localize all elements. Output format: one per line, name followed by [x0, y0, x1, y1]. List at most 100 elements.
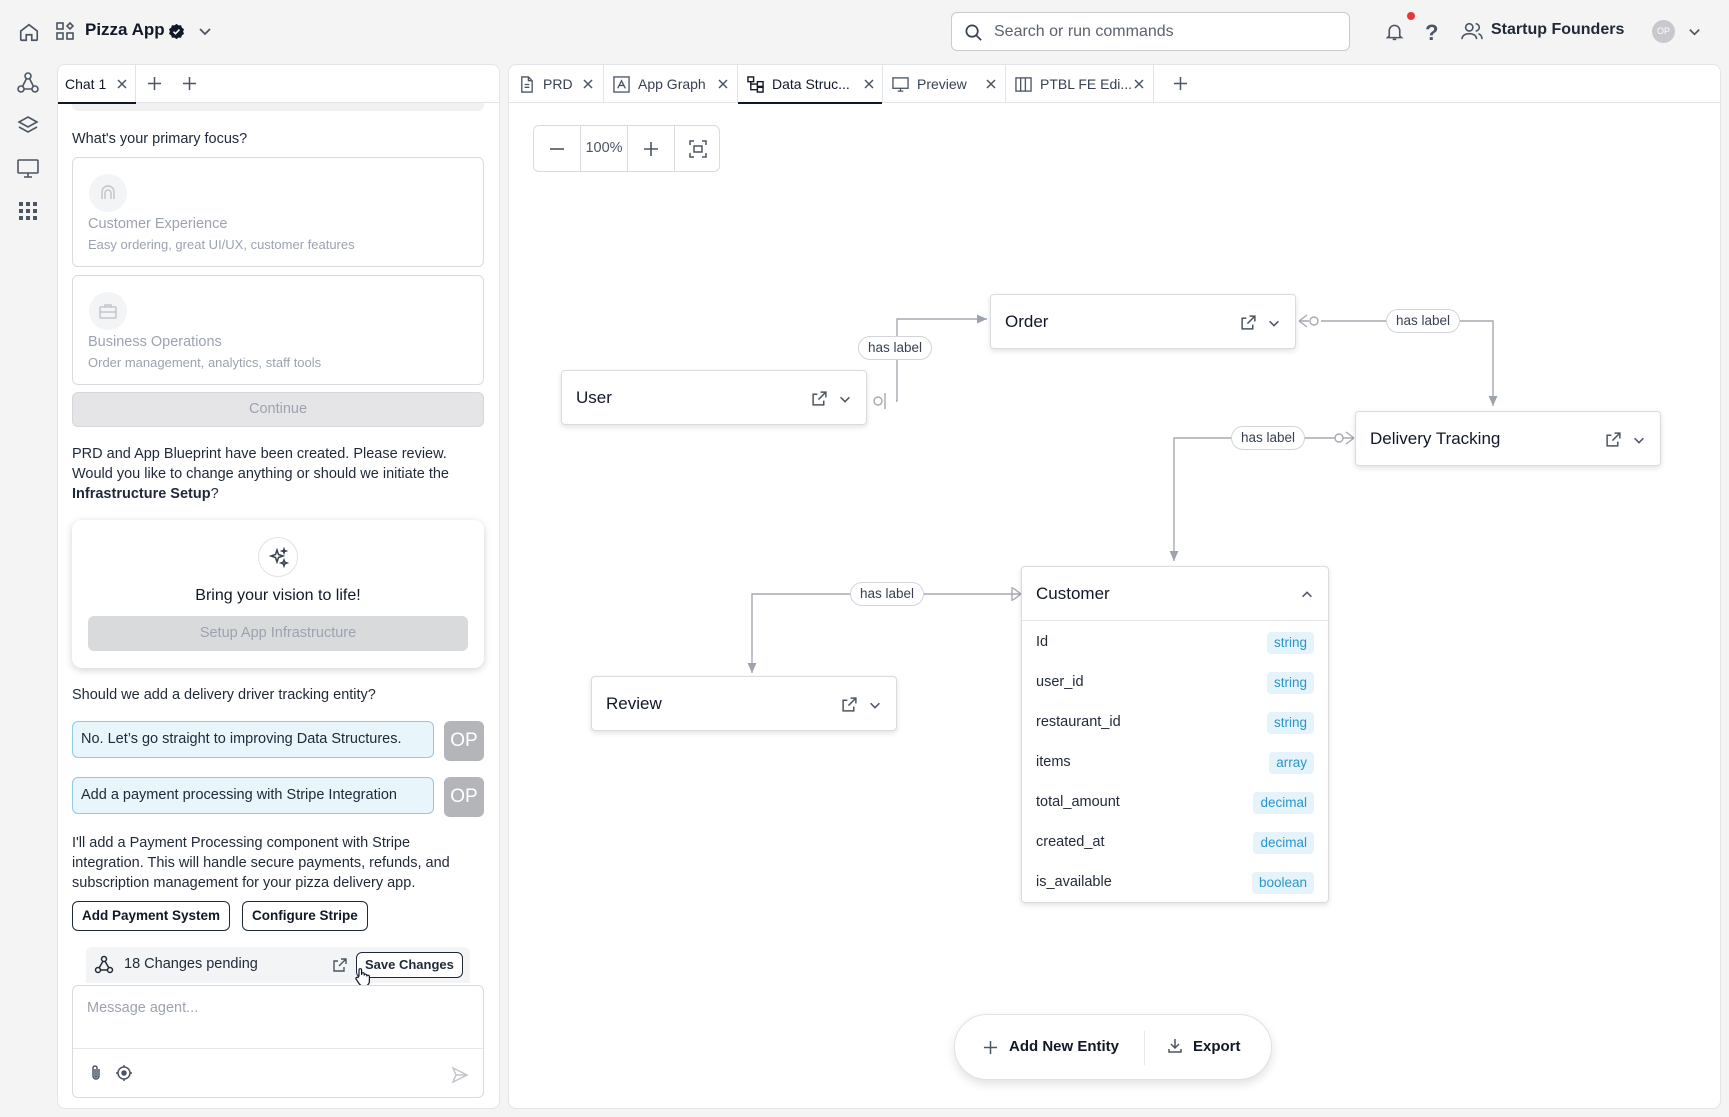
chevron-down-icon[interactable] [868, 698, 882, 712]
org-name[interactable]: Startup Founders [1491, 21, 1624, 39]
close-icon[interactable] [116, 78, 128, 90]
field-row[interactable]: created_at decimal [1022, 823, 1328, 863]
chevron-down-icon[interactable] [1267, 316, 1281, 330]
plus-icon[interactable] [147, 76, 162, 91]
customer-icon [101, 185, 115, 199]
field-row[interactable]: items array [1022, 743, 1328, 783]
entity-order[interactable]: Order [990, 294, 1296, 349]
field-name: user_id [1036, 674, 1084, 690]
app-name[interactable]: Pizza App [85, 20, 165, 40]
export-label: Export [1193, 1038, 1241, 1055]
entity-name: Review [606, 694, 662, 713]
search-input[interactable] [994, 13, 1334, 50]
send-icon[interactable] [451, 1066, 469, 1084]
plus-icon [983, 1040, 998, 1055]
entity-header[interactable]: Customer [1022, 567, 1328, 621]
field-row[interactable]: is_available boolean [1022, 863, 1328, 903]
avatar[interactable]: OP [1652, 20, 1675, 43]
save-changes-button[interactable]: Save Changes [356, 952, 463, 978]
configure-stripe-button[interactable]: Configure Stripe [242, 901, 368, 931]
field-type-badge: decimal [1253, 792, 1314, 814]
vision-card: Bring your vision to life! Setup App Inf… [72, 520, 484, 668]
field-row[interactable]: total_amount decimal [1022, 783, 1328, 823]
field-type-badge: boolean [1251, 872, 1314, 894]
open-external-icon[interactable] [841, 696, 858, 713]
user-avatar: OP [444, 777, 484, 817]
chevron-down-icon[interactable] [1687, 24, 1702, 39]
open-external-icon[interactable] [1605, 431, 1622, 448]
field-name: restaurant_id [1036, 714, 1121, 730]
hand-cursor-icon [355, 968, 370, 987]
plus-icon[interactable] [182, 76, 197, 91]
field-type-badge: array [1269, 752, 1314, 774]
option-desc: Easy ordering, great UI/UX, customer fea… [88, 237, 355, 252]
review-message: PRD and App Blueprint have been created.… [72, 444, 472, 504]
entity-review[interactable]: Review [591, 676, 897, 731]
entity-customer[interactable]: Customer Id string user_id string restaura… [1021, 566, 1329, 903]
user-avatar: OP [444, 721, 484, 761]
edge-label[interactable]: has label [858, 336, 933, 360]
chat-tab-bar: Chat 1 [58, 65, 499, 104]
option-business-operations[interactable]: Business Operations Order management, an… [72, 275, 484, 385]
driver-question: Should we add a delivery driver tracking… [72, 687, 376, 703]
option-desc: Order management, analytics, staff tools [88, 355, 322, 370]
chevron-up-icon[interactable] [1300, 588, 1314, 602]
chevron-down-icon[interactable] [1632, 433, 1646, 447]
edge-label[interactable]: has label [1386, 309, 1461, 333]
field-type-badge: string [1266, 672, 1314, 694]
search-box[interactable] [951, 12, 1350, 51]
chat-panel: Chat 1 What's your primary focus? Custom… [57, 64, 500, 1109]
entity-name: Order [1005, 312, 1049, 331]
active-tab-indicator [58, 102, 136, 104]
entity-name: User [576, 388, 612, 407]
tab-chat-1[interactable]: Chat 1 [58, 65, 136, 104]
paperclip-icon[interactable] [87, 1064, 105, 1082]
vision-title: Bring your vision to life! [195, 587, 361, 604]
field-row[interactable]: restaurant_id string [1022, 703, 1328, 743]
briefcase-icon [99, 304, 117, 319]
edge-label[interactable]: has label [1231, 426, 1306, 450]
option-customer-experience[interactable]: Customer Experience Easy ordering, great… [72, 157, 484, 267]
agent-reply: I'll add a Payment Processing component … [72, 835, 450, 891]
entity-delivery-tracking[interactable]: Delivery Tracking [1355, 411, 1661, 466]
app-grid-icon [56, 21, 75, 40]
field-row[interactable]: user_id string [1022, 663, 1328, 703]
user-message: Add a payment processing with Stripe Int… [72, 777, 434, 814]
graph-nodes-icon[interactable] [16, 71, 40, 95]
monitor-icon[interactable] [16, 156, 40, 180]
layers-icon[interactable] [16, 114, 40, 138]
add-payment-system-button[interactable]: Add Payment System [72, 901, 231, 931]
focus-question: What's your primary focus? [72, 131, 248, 147]
review-end: ? [210, 486, 219, 502]
message-input[interactable] [87, 1000, 467, 1030]
edge-label[interactable]: has label [850, 582, 925, 606]
help-icon[interactable]: ? [1425, 20, 1438, 46]
entity-name: Customer [1036, 584, 1110, 603]
home-icon[interactable] [18, 21, 40, 43]
setup-infrastructure-button[interactable]: Setup App Infrastructure [88, 616, 468, 651]
open-external-icon[interactable] [811, 390, 828, 407]
field-name: is_available [1036, 874, 1112, 890]
continue-button[interactable]: Continue [72, 392, 484, 427]
open-external-icon[interactable] [1240, 314, 1257, 331]
entity-user[interactable]: User [561, 370, 867, 425]
entity-name: Delivery Tracking [1370, 429, 1501, 448]
divider [1144, 1031, 1145, 1065]
expand-icon[interactable] [332, 957, 348, 973]
field-type-badge: string [1266, 712, 1314, 734]
option-title: Business Operations [88, 334, 222, 350]
field-name: total_amount [1036, 794, 1120, 810]
field-type-badge: string [1266, 632, 1314, 654]
divider [73, 1048, 483, 1049]
pending-count: 18 Changes pending [124, 956, 258, 972]
user-message: No. Let’s go straight to improving Data … [72, 721, 434, 758]
tab-label: Chat 1 [65, 76, 107, 92]
chevron-down-icon[interactable] [197, 23, 213, 39]
bell-icon[interactable] [1384, 21, 1405, 42]
field-row[interactable]: Id string [1022, 623, 1328, 663]
field-type-badge: decimal [1253, 832, 1314, 854]
review-bold: Infrastructure Setup [72, 486, 211, 502]
target-icon[interactable] [115, 1064, 133, 1082]
apps-grid-icon[interactable] [16, 199, 40, 223]
chevron-down-icon[interactable] [838, 392, 852, 406]
